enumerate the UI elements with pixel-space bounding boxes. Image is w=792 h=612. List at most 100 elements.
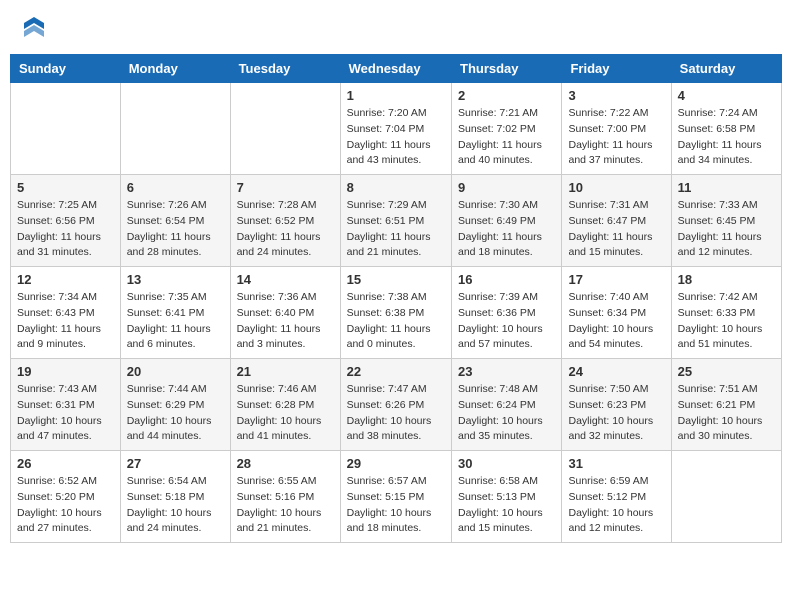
day-number: 31: [568, 456, 664, 471]
day-cell: 14 Sunrise: 7:36 AM Sunset: 6:40 PM Dayli…: [230, 267, 340, 359]
logo: [20, 15, 46, 39]
day-cell: 17 Sunrise: 7:40 AM Sunset: 6:34 PM Dayli…: [562, 267, 671, 359]
day-number: 7: [237, 180, 334, 195]
day-cell: 3Sunrise: 7:22 AM Sunset: 7:00 PM Daylig…: [562, 83, 671, 175]
weekday-header-row: SundayMondayTuesdayWednesdayThursdayFrid…: [11, 55, 782, 83]
day-number: 4: [678, 88, 775, 103]
day-info: Sunrise: 7:34 AM Sunset: 6:43 PM Dayligh…: [17, 290, 114, 353]
day-cell: 21 Sunrise: 7:46 AM Sunset: 6:28 PM Dayli…: [230, 359, 340, 451]
day-info: Sunrise: 6:58 AM Sunset: 5:13 PM Dayligh…: [458, 474, 555, 537]
weekday-header-wednesday: Wednesday: [340, 55, 451, 83]
day-info: Sunrise: 7:46 AM Sunset: 6:28 PM Dayligh…: [237, 382, 334, 445]
page-header: [10, 10, 782, 44]
day-number: 8: [347, 180, 445, 195]
day-number: 24: [568, 364, 664, 379]
day-number: 2: [458, 88, 555, 103]
day-cell: 7 Sunrise: 7:28 AM Sunset: 6:52 PM Daylig…: [230, 175, 340, 267]
day-info: Sunrise: 6:55 AM Sunset: 5:16 PM Dayligh…: [237, 474, 334, 537]
day-info: Sunrise: 7:31 AM Sunset: 6:47 PM Dayligh…: [568, 198, 664, 261]
day-number: 18: [678, 272, 775, 287]
day-cell: 28 Sunrise: 6:55 AM Sunset: 5:16 PM Dayli…: [230, 451, 340, 543]
day-number: 12: [17, 272, 114, 287]
day-cell: 15 Sunrise: 7:38 AM Sunset: 6:38 PM Dayli…: [340, 267, 451, 359]
week-row-3: 12 Sunrise: 7:34 AM Sunset: 6:43 PM Dayli…: [11, 267, 782, 359]
day-info: Sunrise: 7:42 AM Sunset: 6:33 PM Dayligh…: [678, 290, 775, 353]
day-number: 25: [678, 364, 775, 379]
day-info: Sunrise: 7:21 AM Sunset: 7:02 PM Dayligh…: [458, 106, 555, 169]
day-number: 5: [17, 180, 114, 195]
weekday-header-tuesday: Tuesday: [230, 55, 340, 83]
day-info: Sunrise: 7:24 AM Sunset: 6:58 PM Dayligh…: [678, 106, 775, 169]
day-cell: 25 Sunrise: 7:51 AM Sunset: 6:21 PM Dayli…: [671, 359, 781, 451]
day-cell: 8Sunrise: 7:29 AM Sunset: 6:51 PM Daylig…: [340, 175, 451, 267]
day-info: Sunrise: 7:20 AM Sunset: 7:04 PM Dayligh…: [347, 106, 445, 169]
day-cell: 29 Sunrise: 6:57 AM Sunset: 5:15 PM Dayli…: [340, 451, 451, 543]
day-number: 11: [678, 180, 775, 195]
week-row-4: 19 Sunrise: 7:43 AM Sunset: 6:31 PM Dayli…: [11, 359, 782, 451]
day-number: 28: [237, 456, 334, 471]
day-cell: 4 Sunrise: 7:24 AM Sunset: 6:58 PM Daylig…: [671, 83, 781, 175]
weekday-header-sunday: Sunday: [11, 55, 121, 83]
day-number: 26: [17, 456, 114, 471]
week-row-1: 1 Sunrise: 7:20 AM Sunset: 7:04 PM Daylig…: [11, 83, 782, 175]
weekday-header-saturday: Saturday: [671, 55, 781, 83]
calendar-table: SundayMondayTuesdayWednesdayThursdayFrid…: [10, 54, 782, 543]
day-cell: 6 Sunrise: 7:26 AM Sunset: 6:54 PM Daylig…: [120, 175, 230, 267]
day-number: 1: [347, 88, 445, 103]
day-number: 13: [127, 272, 224, 287]
day-info: Sunrise: 7:36 AM Sunset: 6:40 PM Dayligh…: [237, 290, 334, 353]
day-number: 27: [127, 456, 224, 471]
day-info: Sunrise: 7:51 AM Sunset: 6:21 PM Dayligh…: [678, 382, 775, 445]
day-number: 30: [458, 456, 555, 471]
day-cell: [11, 83, 121, 175]
logo-icon: [22, 15, 46, 39]
day-info: Sunrise: 6:59 AM Sunset: 5:12 PM Dayligh…: [568, 474, 664, 537]
day-info: Sunrise: 7:39 AM Sunset: 6:36 PM Dayligh…: [458, 290, 555, 353]
day-info: Sunrise: 7:40 AM Sunset: 6:34 PM Dayligh…: [568, 290, 664, 353]
day-number: 23: [458, 364, 555, 379]
day-info: Sunrise: 6:57 AM Sunset: 5:15 PM Dayligh…: [347, 474, 445, 537]
day-cell: 10 Sunrise: 7:31 AM Sunset: 6:47 PM Dayli…: [562, 175, 671, 267]
day-number: 20: [127, 364, 224, 379]
day-number: 29: [347, 456, 445, 471]
day-number: 14: [237, 272, 334, 287]
day-info: Sunrise: 7:47 AM Sunset: 6:26 PM Dayligh…: [347, 382, 445, 445]
day-cell: 12 Sunrise: 7:34 AM Sunset: 6:43 PM Dayli…: [11, 267, 121, 359]
day-cell: 13 Sunrise: 7:35 AM Sunset: 6:41 PM Dayli…: [120, 267, 230, 359]
day-number: 6: [127, 180, 224, 195]
day-cell: 20Sunrise: 7:44 AM Sunset: 6:29 PM Dayli…: [120, 359, 230, 451]
week-row-2: 5 Sunrise: 7:25 AM Sunset: 6:56 PM Daylig…: [11, 175, 782, 267]
day-cell: [671, 451, 781, 543]
day-cell: 18 Sunrise: 7:42 AM Sunset: 6:33 PM Dayli…: [671, 267, 781, 359]
day-info: Sunrise: 7:35 AM Sunset: 6:41 PM Dayligh…: [127, 290, 224, 353]
day-cell: [120, 83, 230, 175]
day-cell: 16 Sunrise: 7:39 AM Sunset: 6:36 PM Dayli…: [452, 267, 562, 359]
day-info: Sunrise: 6:54 AM Sunset: 5:18 PM Dayligh…: [127, 474, 224, 537]
week-row-5: 26 Sunrise: 6:52 AM Sunset: 5:20 PM Dayli…: [11, 451, 782, 543]
day-info: Sunrise: 7:48 AM Sunset: 6:24 PM Dayligh…: [458, 382, 555, 445]
day-info: Sunrise: 7:25 AM Sunset: 6:56 PM Dayligh…: [17, 198, 114, 261]
day-info: Sunrise: 7:28 AM Sunset: 6:52 PM Dayligh…: [237, 198, 334, 261]
day-number: 17: [568, 272, 664, 287]
day-cell: 31 Sunrise: 6:59 AM Sunset: 5:12 PM Dayli…: [562, 451, 671, 543]
day-info: Sunrise: 7:43 AM Sunset: 6:31 PM Dayligh…: [17, 382, 114, 445]
day-number: 10: [568, 180, 664, 195]
day-info: Sunrise: 7:26 AM Sunset: 6:54 PM Dayligh…: [127, 198, 224, 261]
day-info: Sunrise: 7:33 AM Sunset: 6:45 PM Dayligh…: [678, 198, 775, 261]
day-cell: 27 Sunrise: 6:54 AM Sunset: 5:18 PM Dayli…: [120, 451, 230, 543]
day-info: Sunrise: 7:38 AM Sunset: 6:38 PM Dayligh…: [347, 290, 445, 353]
day-number: 16: [458, 272, 555, 287]
day-number: 19: [17, 364, 114, 379]
day-cell: 2 Sunrise: 7:21 AM Sunset: 7:02 PM Daylig…: [452, 83, 562, 175]
day-info: Sunrise: 7:50 AM Sunset: 6:23 PM Dayligh…: [568, 382, 664, 445]
day-cell: 5 Sunrise: 7:25 AM Sunset: 6:56 PM Daylig…: [11, 175, 121, 267]
day-cell: [230, 83, 340, 175]
day-number: 15: [347, 272, 445, 287]
day-number: 21: [237, 364, 334, 379]
day-cell: 24 Sunrise: 7:50 AM Sunset: 6:23 PM Dayli…: [562, 359, 671, 451]
day-cell: 11 Sunrise: 7:33 AM Sunset: 6:45 PM Dayli…: [671, 175, 781, 267]
day-cell: 26 Sunrise: 6:52 AM Sunset: 5:20 PM Dayli…: [11, 451, 121, 543]
day-info: Sunrise: 6:52 AM Sunset: 5:20 PM Dayligh…: [17, 474, 114, 537]
day-cell: 19 Sunrise: 7:43 AM Sunset: 6:31 PM Dayli…: [11, 359, 121, 451]
weekday-header-friday: Friday: [562, 55, 671, 83]
